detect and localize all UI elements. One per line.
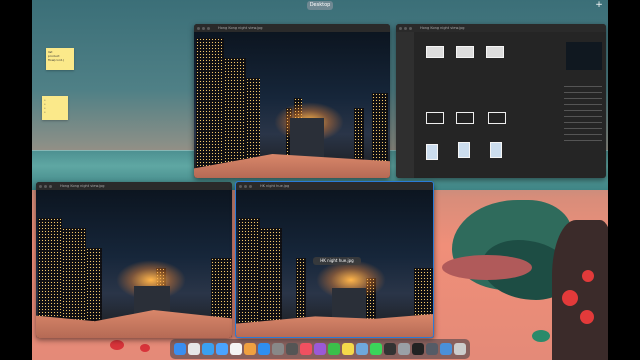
sticky-line: • xyxy=(44,110,46,114)
gallery-thumb[interactable] xyxy=(456,112,474,124)
window-title: Hong Kong night view.jpg xyxy=(420,26,465,30)
window-photo-bottom-left[interactable]: Hong Kong night view.jpg xyxy=(36,182,232,338)
appstore-icon[interactable] xyxy=(258,343,270,355)
minimize-icon[interactable] xyxy=(202,26,205,30)
close-icon[interactable] xyxy=(239,184,242,188)
photo-thumb-icon[interactable] xyxy=(426,343,438,355)
podcast-icon[interactable] xyxy=(314,343,326,355)
photo-city-night xyxy=(194,32,390,178)
window-title: Hong Kong night view.jpg xyxy=(218,26,263,30)
zoom-icon[interactable] xyxy=(409,26,412,30)
gallery-thumb[interactable] xyxy=(458,142,470,158)
wallpaper-art xyxy=(432,180,608,360)
inspector-preview xyxy=(566,42,602,70)
launchpad-icon[interactable] xyxy=(188,343,200,355)
close-icon[interactable] xyxy=(197,26,200,30)
folder-icon[interactable] xyxy=(440,343,452,355)
gallery-thumb[interactable] xyxy=(488,112,506,124)
trash-icon[interactable] xyxy=(454,343,466,355)
window-titlebar[interactable]: HK night hue.jpg xyxy=(236,182,434,190)
dictionary-icon[interactable] xyxy=(286,343,298,355)
photo-city-night xyxy=(36,190,232,338)
window-titlebar[interactable]: Hong Kong night view.jpg xyxy=(36,182,232,190)
notes-icon[interactable] xyxy=(342,343,354,355)
letterbox-right xyxy=(608,0,640,360)
zoom-icon[interactable] xyxy=(207,26,210,30)
letterbox-left xyxy=(0,0,32,360)
zoom-icon[interactable] xyxy=(249,184,252,188)
sticky-note-2[interactable]: • • • • xyxy=(42,96,68,120)
safari-icon[interactable] xyxy=(202,343,214,355)
gallery-thumb[interactable] xyxy=(426,112,444,124)
dock xyxy=(170,339,470,359)
wallpaper-flower xyxy=(110,340,124,350)
messages-icon[interactable] xyxy=(370,343,382,355)
sticky-line: product flow(cont.) xyxy=(48,54,65,62)
music-icon[interactable] xyxy=(300,343,312,355)
settings-icon[interactable] xyxy=(272,343,284,355)
finder-sidebar xyxy=(396,32,414,178)
preview-icon[interactable] xyxy=(356,343,368,355)
window-title: HK night hue.jpg xyxy=(260,184,290,188)
gallery-thumb[interactable] xyxy=(490,142,502,158)
minimize-icon[interactable] xyxy=(244,184,247,188)
window-finder-gallery[interactable]: Hong Kong night view.jpg xyxy=(396,24,606,178)
mail-icon[interactable] xyxy=(216,343,228,355)
window-title: Hong Kong night view.jpg xyxy=(60,184,105,188)
minimize-icon[interactable] xyxy=(44,184,47,188)
gallery-thumb[interactable] xyxy=(426,144,438,160)
close-icon[interactable] xyxy=(399,26,402,30)
calendar-icon[interactable] xyxy=(230,343,242,355)
minimize-icon[interactable] xyxy=(404,26,407,30)
gallery-thumb[interactable] xyxy=(426,46,444,58)
space-desktop-label[interactable]: Desktop xyxy=(307,1,333,10)
terminal-icon[interactable] xyxy=(412,343,424,355)
calculator-icon[interactable] xyxy=(384,343,396,355)
photos-icon[interactable] xyxy=(244,343,256,355)
window-titlebar[interactable]: Hong Kong night view.jpg xyxy=(396,24,606,32)
system-info-icon[interactable] xyxy=(398,343,410,355)
zoom-icon[interactable] xyxy=(49,184,52,188)
gallery-thumb[interactable] xyxy=(486,46,504,58)
sticky-note-1[interactable]: list product flow(cont.) xyxy=(46,48,74,70)
facetime-icon[interactable] xyxy=(328,343,340,355)
window-photo-top[interactable]: Hong Kong night view.jpg xyxy=(194,24,390,178)
window-titlebar[interactable]: Hong Kong night view.jpg xyxy=(194,24,390,32)
gallery-thumb[interactable] xyxy=(456,46,474,58)
add-space-button[interactable]: + xyxy=(594,0,604,10)
finder-icon[interactable] xyxy=(174,343,186,355)
close-icon[interactable] xyxy=(39,184,42,188)
drag-filename-label: HK night hue.jpg xyxy=(313,257,361,265)
